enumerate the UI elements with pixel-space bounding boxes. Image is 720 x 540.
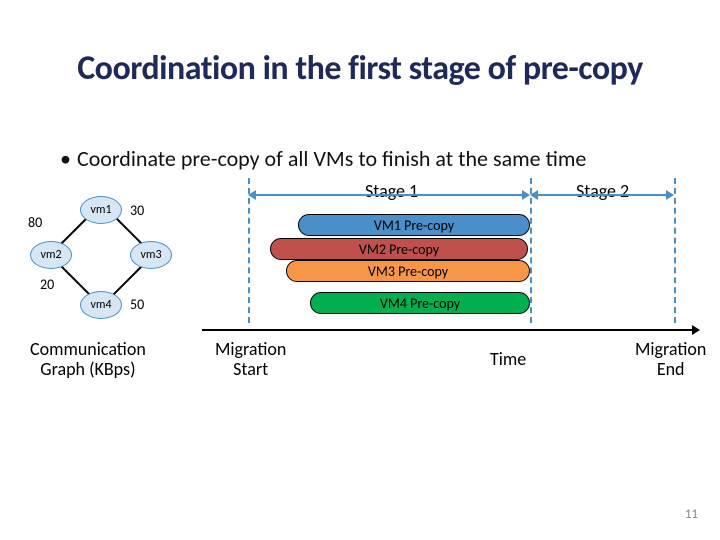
arrow-line [202, 329, 694, 331]
edge-vm3-vm4 [113, 264, 144, 295]
arrow-right-icon [692, 325, 700, 335]
edge-weight-20: 20 [40, 276, 54, 293]
edge-weight-30: 30 [130, 202, 144, 219]
bullet-line: •Coordinate pre-copy of all VMs to finis… [60, 145, 586, 172]
arrow-right-icon [666, 190, 674, 200]
graph-node-vm1: vm1 [80, 196, 122, 224]
graph-node-vm2: vm2 [30, 241, 72, 269]
bar-vm3-precopy: VM3 Pre-copy [286, 260, 530, 282]
migration-start-label: Migration Start [215, 340, 286, 380]
bullet-text: Coordinate pre-copy of all VMs to finish… [77, 145, 586, 172]
arrow-line [254, 194, 524, 196]
arrow-right-icon [522, 190, 530, 200]
edge-weight-50: 50 [130, 296, 144, 313]
slide-number: 11 [685, 507, 698, 522]
graph-node-vm3: vm3 [130, 241, 172, 269]
bullet-icon: • [60, 145, 71, 172]
slide: Coordination in the first stage of pre-c… [0, 0, 720, 540]
stage1-span-arrow [248, 190, 530, 200]
edge-weight-80: 80 [28, 214, 42, 231]
arrow-line [536, 194, 668, 196]
time-axis-arrow [202, 325, 700, 335]
edge-vm2-vm4 [59, 264, 90, 295]
bar-vm2-precopy: VM2 Pre-copy [270, 238, 528, 260]
migration-end-label: Migration End [635, 340, 706, 380]
bar-vm1-precopy: VM1 Pre-copy [298, 214, 530, 236]
stage2-span-arrow [530, 190, 674, 200]
time-axis-label: Time [490, 348, 526, 370]
guide-stage2-end [674, 178, 676, 323]
communication-graph-caption: Communication Graph (KBps) [30, 340, 146, 380]
graph-node-vm4: vm4 [80, 291, 122, 319]
bar-vm4-precopy: VM4 Pre-copy [310, 292, 530, 314]
slide-title: Coordination in the first stage of pre-c… [0, 48, 720, 89]
